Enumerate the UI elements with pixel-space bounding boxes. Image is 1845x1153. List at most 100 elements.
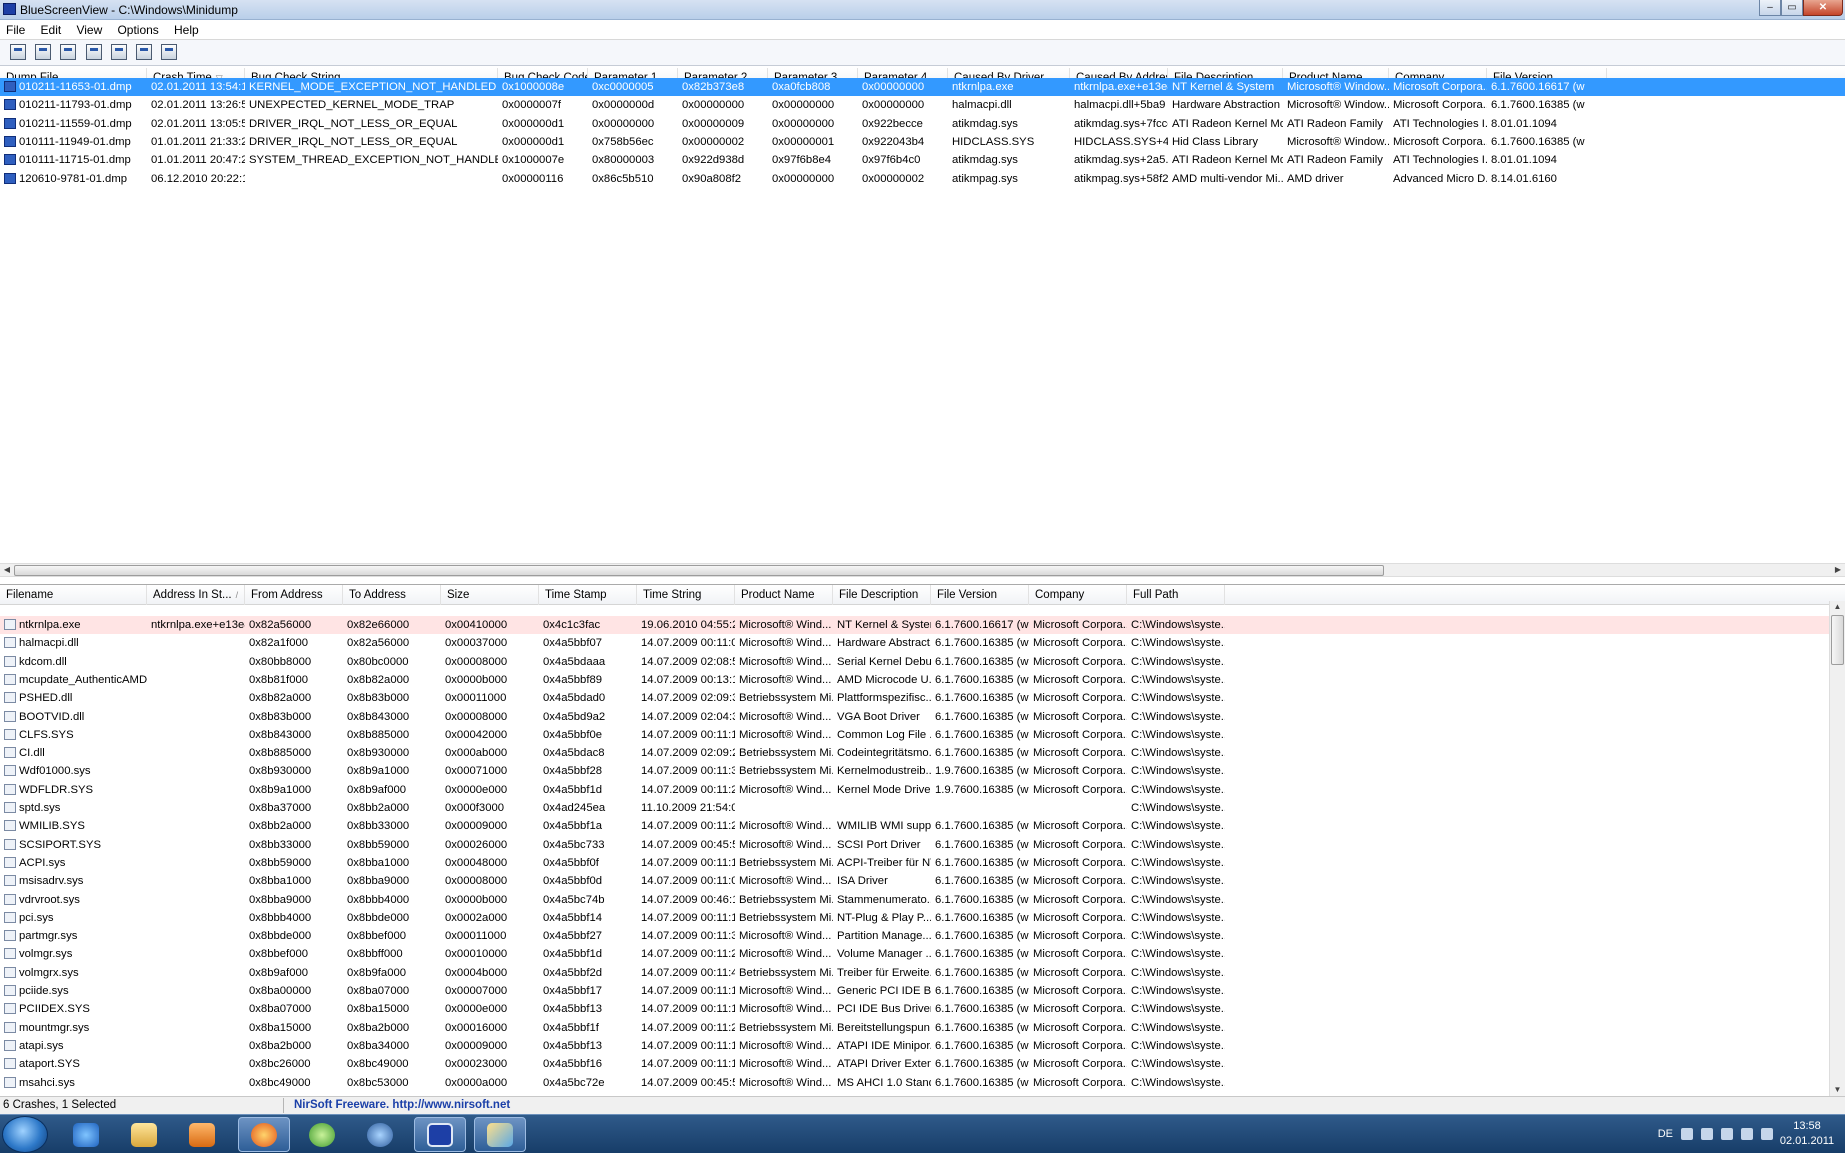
properties-icon[interactable]	[10, 44, 26, 60]
driver-row[interactable]: CLFS.SYS 0x8b843000 0x8b885000 0x00042000 0x…	[0, 726, 1845, 744]
driver-row[interactable]: halmacpi.dll 0x82a1f000 0x82a56000 0x000370…	[0, 634, 1845, 652]
driver-row[interactable]: mcupdate_AuthenticAMD.dll 0x8b81f000 0x8b8…	[0, 671, 1845, 689]
crash-list-horizontal-scrollbar[interactable]: ◀ ▶	[0, 563, 1845, 577]
cell-text: Microsoft® Window...	[1287, 99, 1389, 112]
show-hidden-icons-icon[interactable]	[1681, 1128, 1693, 1140]
crash-row[interactable]: 010111-11949-01.dmp 01.01.2011 21:33:26 DR…	[0, 133, 1845, 151]
cell-product-name: Microsoft® Wind...	[735, 817, 833, 835]
column-header-company[interactable]: Company	[1029, 585, 1127, 605]
column-header-address-in-st[interactable]: Address In St... /	[147, 585, 245, 605]
scroll-thumb[interactable]	[1831, 615, 1844, 665]
cell-address-in-st	[147, 799, 245, 817]
crash-row[interactable]: 120610-9781-01.dmp 06.12.2010 20:22:18 0x0…	[0, 170, 1845, 188]
column-header-filename[interactable]: Filename	[0, 585, 147, 605]
taskbar-internet-explorer-icon[interactable]	[60, 1117, 112, 1152]
driver-row[interactable]: partmgr.sys 0x8bbde000 0x8bbef000 0x0001100…	[0, 927, 1845, 945]
driver-row[interactable]: PSHED.dll 0x8b82a000 0x8b83b000 0x00011000 0…	[0, 689, 1845, 707]
scroll-down-icon[interactable]: ▼	[1830, 1084, 1845, 1096]
driver-row[interactable]: ACPI.sys 0x8bb59000 0x8bba1000 0x00048000 0x…	[0, 854, 1845, 872]
driver-row[interactable]: WMILIB.SYS 0x8bb2a000 0x8bb33000 0x00009000…	[0, 817, 1845, 835]
flag-icon[interactable]	[1721, 1128, 1733, 1140]
crash-row[interactable]: 010211-11559-01.dmp 02.01.2011 13:05:58 DR…	[0, 115, 1845, 133]
find-icon[interactable]	[136, 44, 153, 60]
cell-text: CI.dll	[19, 747, 45, 760]
html-report-icon[interactable]	[110, 44, 127, 60]
driver-list-vertical-scrollbar[interactable]: ▲ ▼	[1829, 601, 1845, 1096]
scroll-right-icon[interactable]: ▶	[1831, 564, 1845, 576]
driver-row[interactable]: vdrvroot.sys 0x8bba9000 0x8bbb4000 0x0000b0…	[0, 891, 1845, 909]
driver-row[interactable]: WDFLDR.SYS 0x8b9a1000 0x8b9af000 0x0000e000…	[0, 781, 1845, 799]
crash-row[interactable]: 010211-11653-01.dmp 02.01.2011 13:54:17 KE…	[0, 78, 1845, 96]
cell-text: DRIVER_IRQL_NOT_LESS_OR_EQUAL	[249, 117, 458, 130]
driver-row[interactable]: mountmgr.sys 0x8ba15000 0x8ba2b000 0x000160…	[0, 1019, 1845, 1037]
driver-row[interactable]: SCSIPORT.SYS 0x8bb33000 0x8bb59000 0x000260…	[0, 836, 1845, 854]
column-header-to-address[interactable]: To Address	[343, 585, 441, 605]
column-header-product-name[interactable]: Product Name	[735, 585, 833, 605]
file-icon	[4, 673, 16, 685]
scroll-up-icon[interactable]: ▲	[1830, 601, 1845, 613]
column-header-time-string[interactable]: Time String	[637, 585, 735, 605]
driver-row[interactable]: Wdf01000.sys 0x8b930000 0x8b9a1000 0x000710…	[0, 762, 1845, 780]
cell-text: Advanced Micro D...	[1393, 172, 1487, 185]
driver-row[interactable]: BOOTVID.dll 0x8b83b000 0x8b843000 0x0000800…	[0, 708, 1845, 726]
driver-list[interactable]: Filename Address In St... / From Address To …	[0, 584, 1845, 1096]
crash-row[interactable]: 010211-11793-01.dmp 02.01.2011 13:26:53 UN…	[0, 96, 1845, 114]
driver-row[interactable]: volmgr.sys 0x8bbef000 0x8bbff000 0x00010000…	[0, 945, 1845, 963]
taskbar-explorer-icon[interactable]	[118, 1117, 170, 1152]
taskbar-messenger-icon[interactable]	[296, 1117, 348, 1152]
crash-list[interactable]: Dump FileCrash Time▽Bug Check StringBug …	[0, 68, 1845, 571]
driver-row[interactable]: sptd.sys 0x8ba37000 0x8bb2a000 0x000f3000 0x…	[0, 799, 1845, 817]
language-indicator[interactable]: DE	[1658, 1128, 1673, 1140]
exit-icon[interactable]	[161, 44, 178, 60]
save-icon[interactable]	[35, 44, 52, 60]
taskbar-bluescreenview-icon[interactable]	[414, 1117, 466, 1152]
refresh-icon[interactable]	[60, 44, 77, 60]
menu-edit[interactable]: Edit	[35, 20, 68, 40]
column-header-full-path[interactable]: Full Path	[1127, 585, 1225, 605]
driver-row[interactable]: ntkrnlpa.exe ntkrnlpa.exe+e13e8 0x82a56000…	[0, 616, 1845, 634]
cell-product-name: Betriebssystem Mi...	[735, 762, 833, 780]
driver-row[interactable]: ataport.SYS 0x8bc26000 0x8bc49000 0x0002300…	[0, 1055, 1845, 1073]
column-header-size[interactable]: Size	[441, 585, 539, 605]
taskbar-media-player-icon[interactable]	[176, 1117, 228, 1152]
scroll-left-icon[interactable]: ◀	[0, 564, 14, 576]
cell-text: 0x8bb33000	[249, 838, 312, 851]
menu-file[interactable]: File	[0, 20, 31, 40]
column-header-file-version[interactable]: File Version	[931, 585, 1029, 605]
taskbar-thunderbird-icon[interactable]	[354, 1117, 406, 1152]
driver-row[interactable]: CI.dll 0x8b885000 0x8b930000 0x000ab000 0x4a…	[0, 744, 1845, 762]
driver-row[interactable]: atapi.sys 0x8ba2b000 0x8ba34000 0x00009000 0…	[0, 1037, 1845, 1055]
driver-row[interactable]: pciide.sys 0x8ba00000 0x8ba07000 0x00007000…	[0, 982, 1845, 1000]
title-bar[interactable]: BlueScreenView - C:\Windows\Minidump – ▭…	[0, 0, 1845, 20]
minimize-button[interactable]: –	[1759, 0, 1781, 16]
start-button[interactable]	[2, 1116, 48, 1153]
cell-text: 0x8bb2a000	[249, 820, 312, 833]
menu-help[interactable]: Help	[168, 20, 205, 40]
volume-icon[interactable]	[1761, 1128, 1773, 1140]
column-header-file-description[interactable]: File Description	[833, 585, 931, 605]
column-header-from-address[interactable]: From Address	[245, 585, 343, 605]
menu-options[interactable]: Options	[111, 20, 164, 40]
crash-row[interactable]: 010111-11715-01.dmp 01.01.2011 20:47:23 SY…	[0, 151, 1845, 169]
maximize-button[interactable]: ▭	[1781, 0, 1803, 16]
scroll-thumb[interactable]	[14, 565, 1384, 576]
driver-row[interactable]: pci.sys 0x8bbb4000 0x8bbde000 0x0002a000 0x4…	[0, 909, 1845, 927]
column-header-time-stamp[interactable]: Time Stamp	[539, 585, 637, 605]
driver-row[interactable]: msisadrv.sys 0x8bba1000 0x8bba9000 0x000080…	[0, 872, 1845, 890]
menu-view[interactable]: View	[70, 20, 108, 40]
network-icon[interactable]	[1701, 1128, 1713, 1140]
driver-row[interactable]: kdcom.dll 0x80bb8000 0x80bc0000 0x00008000 0…	[0, 653, 1845, 671]
driver-row[interactable]: volmgrx.sys 0x8b9af000 0x8b9fa000 0x0004b00…	[0, 964, 1845, 982]
taskbar-paint-icon[interactable]	[474, 1117, 526, 1152]
cell-company: Microsoft Corpora...	[1029, 1000, 1127, 1018]
driver-row[interactable]: PCIIDEX.SYS 0x8ba07000 0x8ba15000 0x0000e00…	[0, 1000, 1845, 1018]
close-button[interactable]: ✕	[1803, 0, 1843, 16]
clock[interactable]: 13:58 02.01.2011	[1777, 1119, 1837, 1149]
driver-row[interactable]: msahci.sys 0x8bc49000 0x8bc53000 0x0000a000…	[0, 1074, 1845, 1092]
cell-time-string: 14.07.2009 00:11:27	[637, 1019, 735, 1037]
copy-icon[interactable]	[85, 44, 102, 60]
cell-filename: atapi.sys	[0, 1037, 147, 1055]
taskbar-firefox-icon[interactable]	[238, 1117, 290, 1152]
signal-icon[interactable]	[1741, 1128, 1753, 1140]
nirsoft-link[interactable]: NirSoft Freeware. http://www.nirsoft.net	[294, 1099, 510, 1111]
